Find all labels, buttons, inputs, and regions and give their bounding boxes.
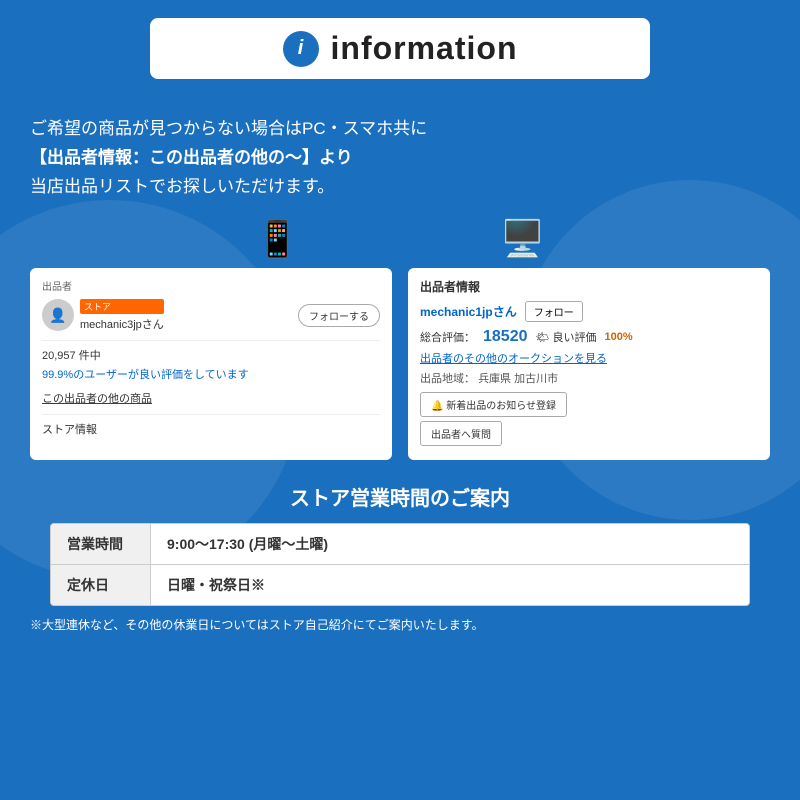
main-text-highlight: 【出品者情報：この出品者の他の〜】より xyxy=(30,148,353,167)
mobile-divider1 xyxy=(42,340,380,341)
pc-seller-name: mechanic1jpさん xyxy=(420,303,517,320)
mobile-rating: 99.9%のユーザーが良い評価をしています xyxy=(42,366,380,382)
header-title: information xyxy=(331,30,518,67)
pc-good-label: 🌤 良い評価 xyxy=(536,329,597,345)
pc-header: 出品者情報 xyxy=(420,278,758,295)
header-box: i information xyxy=(20,18,780,97)
mobile-seller-name: mechanic3jpさん xyxy=(80,319,164,331)
hours-label-holiday: 定休日 xyxy=(51,565,151,605)
mobile-follow-button[interactable]: フォローする xyxy=(298,304,380,327)
pc-notify-button[interactable]: 🔔 新着出品のお知らせ登録 xyxy=(420,392,567,417)
screenshots-row: 出品者 👤 ストア mechanic3jpさん フォローする 20,957 件中… xyxy=(20,268,780,460)
mobile-avatar: 👤 xyxy=(42,299,74,331)
pc-follow-button[interactable]: フォロー xyxy=(525,301,583,322)
mobile-store-info: ストア情報 xyxy=(42,421,380,437)
hours-value-business: 9:00〜17:30 (月曜〜土曜) xyxy=(151,524,749,564)
hours-label-business: 営業時間 xyxy=(51,524,151,564)
mobile-count: 20,957 件中 xyxy=(42,347,380,363)
mobile-other-items-link[interactable]: この出品者の他の商品 xyxy=(42,390,380,406)
pc-auction-link[interactable]: 出品者のその他のオークションを見る xyxy=(420,350,758,366)
mobile-seller-row: 👤 ストア mechanic3jpさん フォローする xyxy=(42,299,380,332)
mobile-seller-left: 👤 ストア mechanic3jpさん xyxy=(42,299,164,332)
hours-row-business: 営業時間 9:00〜17:30 (月曜〜土曜) xyxy=(51,524,749,565)
pc-rating-label: 総合評価： xyxy=(420,329,475,345)
mobile-screenshot: 出品者 👤 ストア mechanic3jpさん フォローする 20,957 件中… xyxy=(30,268,392,460)
pc-question-button[interactable]: 出品者へ質問 xyxy=(420,421,502,446)
mobile-seller-info: ストア mechanic3jpさん xyxy=(80,299,164,332)
mobile-icon: 📱 xyxy=(255,218,300,260)
main-text-line3: 当店出品リストでお探しいただけます。 xyxy=(30,173,770,202)
hours-row-holiday: 定休日 日曜・祝祭日※ xyxy=(51,565,749,605)
main-text-line1: ご希望の商品が見つからない場合はPC・スマホ共に xyxy=(30,115,770,144)
mobile-seller-label: 出品者 xyxy=(42,278,380,293)
main-text: ご希望の商品が見つからない場合はPC・スマホ共に 【出品者情報：この出品者の他の… xyxy=(20,115,780,202)
pc-notify-label: 🔔 新着出品のお知らせ登録 xyxy=(431,397,556,412)
main-text-line2: 【出品者情報：この出品者の他の〜】より xyxy=(30,144,770,173)
pc-screenshot: 出品者情報 mechanic1jpさん フォロー 総合評価： 18520 🌤 良… xyxy=(408,268,770,460)
pc-question-label: 出品者へ質問 xyxy=(431,426,491,441)
pc-rating-row: 総合評価： 18520 🌤 良い評価 100% xyxy=(420,328,758,346)
pc-seller-row: mechanic1jpさん フォロー xyxy=(420,301,758,322)
pc-location-label: 出品地域： xyxy=(420,373,475,385)
info-icon: i xyxy=(283,31,319,67)
mobile-divider2 xyxy=(42,414,380,415)
pc-location-value: 兵庫県 加古川市 xyxy=(478,373,558,385)
store-badge: ストア xyxy=(80,299,164,314)
pc-location: 出品地域： 兵庫県 加古川市 xyxy=(420,370,758,386)
hours-value-holiday: 日曜・祝祭日※ xyxy=(151,565,749,605)
hours-table: 営業時間 9:00〜17:30 (月曜〜土曜) 定休日 日曜・祝祭日※ xyxy=(50,523,750,606)
pc-rating-num: 18520 xyxy=(483,328,528,346)
pc-good-pct: 100% xyxy=(605,331,633,343)
footer-note: ※大型連休など、その他の休業日についてはストア自己紹介にてご案内いたします。 xyxy=(20,616,780,633)
pc-icon: 🖥️ xyxy=(500,218,545,260)
information-header: i information xyxy=(150,18,650,79)
store-hours-title: ストア営業時間のご案内 xyxy=(20,482,780,511)
